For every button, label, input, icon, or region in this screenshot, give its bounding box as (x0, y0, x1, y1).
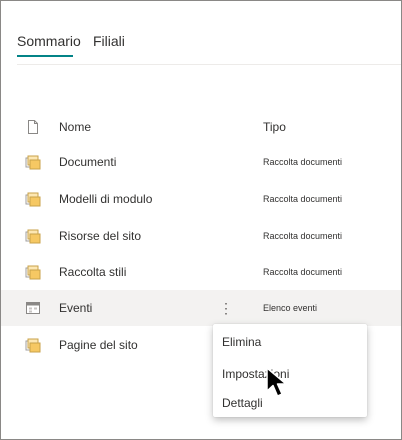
column-header-tipo[interactable]: Tipo (263, 120, 286, 134)
row-type: Raccolta documenti (263, 157, 343, 167)
document-library-icon (25, 337, 41, 353)
table-row[interactable]: Documenti Raccolta documenti (1, 144, 401, 180)
document-library-icon (25, 191, 41, 207)
site-contents-panel: Sommario Filiali Nome Tipo Documenti Rac… (0, 0, 402, 440)
active-tab-indicator (17, 55, 73, 57)
more-options-button[interactable]: ⋮ (219, 298, 233, 318)
table-header: Nome Tipo (1, 113, 401, 141)
row-name[interactable]: Documenti (59, 155, 116, 169)
row-name[interactable]: Raccolta stili (59, 265, 126, 279)
row-name[interactable]: Eventi (59, 301, 92, 315)
row-name[interactable]: Pagine del sito (59, 338, 138, 352)
column-header-nome[interactable]: Nome (59, 120, 91, 134)
tab-sommario[interactable]: Sommario (17, 33, 81, 49)
table-row[interactable]: Modelli di modulo Raccolta documenti (1, 181, 401, 217)
table-row[interactable]: Raccolta stili Raccolta documenti (1, 254, 401, 290)
file-type-header-icon[interactable] (25, 119, 41, 135)
row-type: Raccolta documenti (263, 267, 343, 277)
row-name[interactable]: Risorse del sito (59, 229, 141, 243)
row-type: Elenco eventi (263, 303, 318, 313)
menu-item-elimina[interactable]: Elimina (222, 335, 261, 349)
row-name[interactable]: Modelli di modulo (59, 192, 152, 206)
tab-divider (17, 64, 401, 65)
row-type: Raccolta documenti (263, 231, 343, 241)
document-library-icon (25, 264, 41, 280)
mouse-cursor-icon (266, 367, 287, 397)
document-library-icon (25, 154, 41, 170)
tab-filiali[interactable]: Filiali (93, 33, 125, 49)
document-library-icon (25, 228, 41, 244)
calendar-list-icon (25, 300, 41, 316)
menu-item-dettagli[interactable]: Dettagli (222, 396, 263, 410)
table-row[interactable]: Risorse del sito Raccolta documenti (1, 218, 401, 254)
table-row-selected[interactable]: Eventi ⋮ Elenco eventi (1, 290, 401, 326)
row-type: Raccolta documenti (263, 194, 343, 204)
